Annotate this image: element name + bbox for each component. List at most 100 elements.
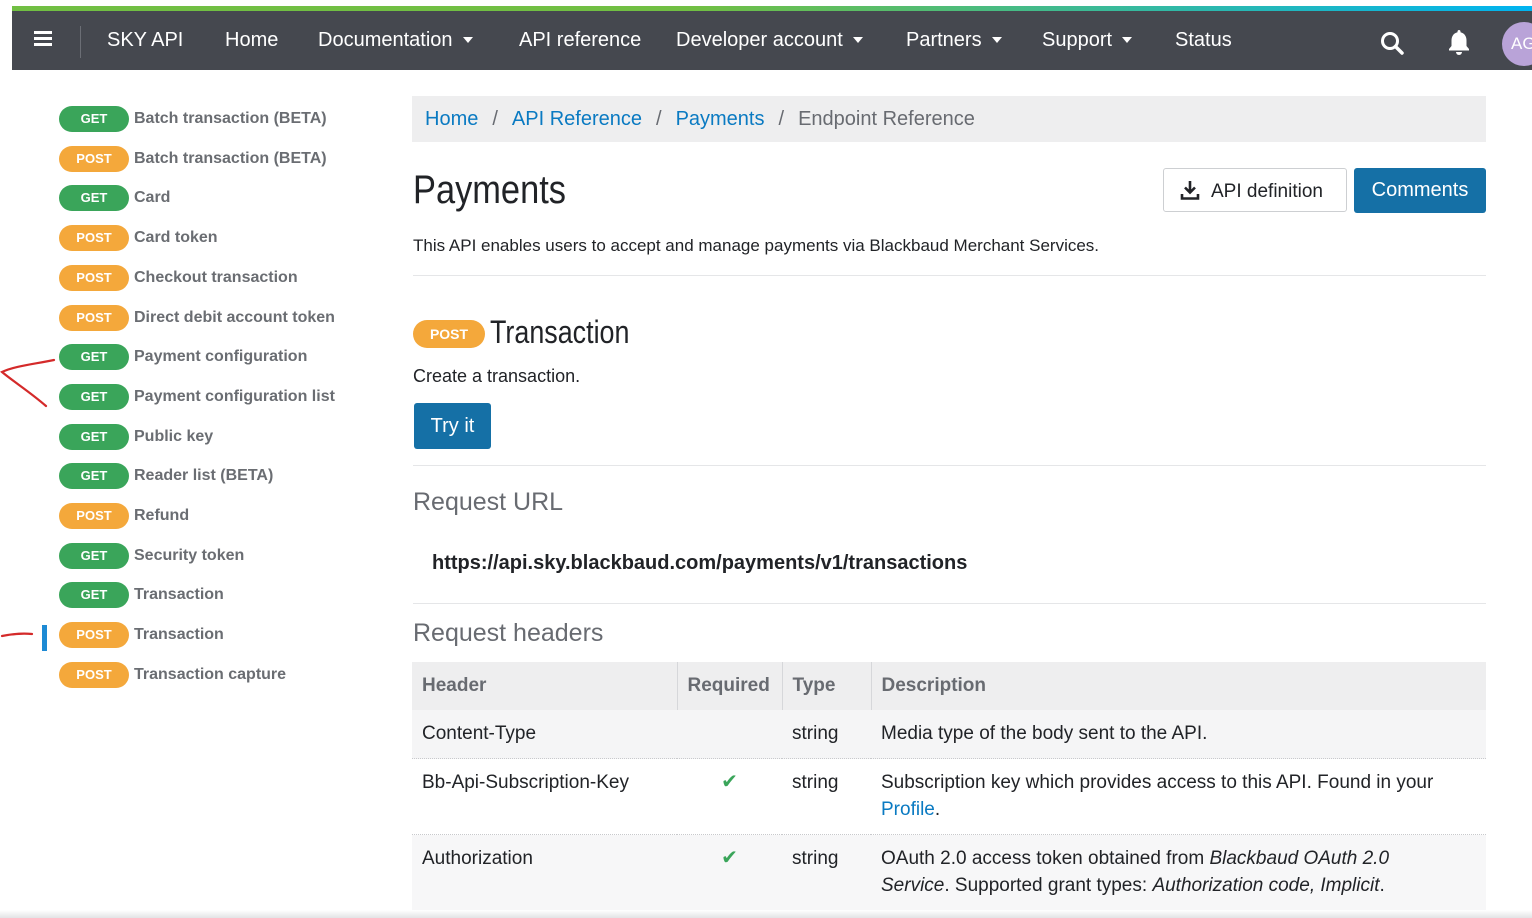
column-header: Description — [871, 662, 1486, 710]
bell-icon[interactable] — [1446, 28, 1472, 56]
scroll-fade — [0, 910, 1532, 918]
breadcrumb: Home / API Reference / Payments / Endpoint Ref… — [412, 96, 1486, 142]
accent-stripe — [12, 6, 1532, 11]
sidebar-item[interactable]: POST Card token — [59, 225, 218, 251]
sidebar-item-label: Batch transaction (BETA) — [134, 150, 327, 167]
post-method-badge: POST — [59, 265, 129, 291]
sidebar-item-label: Card token — [134, 229, 218, 246]
divider — [413, 465, 1486, 466]
search-icon[interactable] — [1380, 31, 1404, 55]
chevron-down-icon — [991, 37, 1002, 43]
get-method-badge: GET — [59, 424, 129, 450]
sidebar-item-label: Payment configuration — [134, 348, 308, 365]
chevron-down-icon — [462, 37, 473, 43]
get-method-badge: GET — [59, 185, 129, 211]
download-icon — [1180, 181, 1200, 200]
top-navigation-bar: SKY API Home Documentation API reference… — [12, 6, 1532, 70]
description-cell: Media type of the body sent to the API. — [871, 710, 1486, 759]
breadcrumb-separator: / — [656, 108, 662, 130]
divider — [413, 275, 1486, 276]
sidebar-item[interactable]: GET Security token — [59, 543, 244, 569]
sidebar-item-label: Transaction — [134, 586, 224, 603]
header-name: Content-Type — [412, 710, 677, 759]
table-row: Bb-Api-Subscription-Key ✔ string Subscri… — [412, 758, 1486, 835]
sidebar-item-label: Batch transaction (BETA) — [134, 110, 327, 127]
avatar[interactable]: AG — [1502, 22, 1532, 66]
get-method-badge: GET — [59, 582, 129, 608]
type-cell: string — [782, 758, 871, 835]
try-it-button[interactable]: Try it — [414, 403, 491, 449]
sidebar-item[interactable]: GET Reader list (BETA) — [59, 463, 273, 489]
get-method-badge: GET — [59, 384, 129, 410]
nav-status[interactable]: Status — [1175, 29, 1232, 52]
nav-home[interactable]: Home — [225, 29, 278, 52]
get-method-badge: GET — [59, 344, 129, 370]
sidebar-item[interactable]: GET Card — [59, 185, 170, 211]
sidebar-item[interactable]: POST Refund — [59, 503, 189, 529]
endpoint-title: Transaction — [490, 314, 630, 350]
sidebar-item[interactable]: POST Transaction capture — [59, 662, 286, 688]
request-headers-heading: Request headers — [413, 619, 604, 647]
column-header: Header — [412, 662, 678, 710]
chevron-down-icon — [852, 37, 863, 43]
sidebar-item[interactable]: GET Payment configuration list — [59, 384, 335, 410]
sidebar-item[interactable]: POST Transaction — [59, 622, 224, 648]
sidebar-item-label: Card — [134, 189, 171, 206]
sidebar-item[interactable]: POST Direct debit account token — [59, 305, 335, 331]
nav-partners[interactable]: Partners — [906, 29, 1002, 52]
sidebar-item-label: Security token — [134, 547, 245, 564]
sidebar-item-label: Checkout transaction — [134, 269, 298, 286]
description-cell: Subscription key which provides access t… — [871, 758, 1486, 835]
post-method-badge: POST — [59, 503, 129, 529]
get-method-badge: GET — [59, 106, 129, 132]
checkmark-icon: ✔ — [721, 771, 738, 793]
sidebar-item[interactable]: POST Batch transaction (BETA) — [59, 146, 327, 172]
breadcrumb-separator: / — [492, 108, 498, 130]
breadcrumb-current: Endpoint Reference — [798, 108, 975, 130]
nav-divider — [80, 26, 81, 58]
nav-documentation[interactable]: Documentation — [318, 29, 473, 52]
api-definition-button[interactable]: API definition — [1163, 168, 1347, 212]
profile-link[interactable]: Profile — [881, 799, 935, 820]
sidebar-item[interactable]: GET Batch transaction (BETA) — [59, 106, 327, 132]
sidebar-item[interactable]: POST Checkout transaction — [59, 265, 298, 291]
sidebar-item-label: Direct debit account token — [134, 309, 335, 326]
post-method-badge: POST — [59, 305, 129, 331]
post-method-badge: POST — [59, 622, 129, 648]
request-url: https://api.sky.blackbaud.com/payments/v… — [432, 552, 968, 574]
table-row: Authorization ✔ string OAuth 2.0 access … — [412, 834, 1486, 911]
sidebar-item[interactable]: GET Public key — [59, 424, 213, 450]
nav-support[interactable]: Support — [1042, 29, 1133, 52]
required-cell: ✔ — [677, 758, 782, 835]
sidebar-item-label: Public key — [134, 428, 214, 445]
description-cell: OAuth 2.0 access token obtained from Bla… — [871, 834, 1486, 911]
get-method-badge: GET — [59, 543, 129, 569]
breadcrumb-payments[interactable]: Payments — [676, 108, 765, 130]
required-cell — [677, 710, 782, 759]
header-name: Bb-Api-Subscription-Key — [412, 758, 677, 835]
breadcrumb-api-reference[interactable]: API Reference — [512, 108, 642, 130]
column-header: Type — [782, 662, 872, 710]
api-description: This API enables users to accept and man… — [413, 236, 1100, 255]
sidebar-item-label: Transaction capture — [134, 666, 287, 683]
divider — [413, 603, 1486, 604]
nav-developer-account[interactable]: Developer account — [676, 29, 863, 52]
sidebar-item-label: Reader list (BETA) — [134, 467, 274, 484]
sidebar-item-label: Refund — [134, 507, 190, 524]
api-definition-label: API definition — [1211, 181, 1323, 202]
comments-button[interactable]: Comments — [1354, 168, 1486, 213]
breadcrumb-home[interactable]: Home — [425, 108, 478, 130]
chevron-down-icon — [1122, 37, 1133, 43]
nav-api-reference[interactable]: API reference — [519, 29, 641, 52]
type-cell: string — [782, 710, 871, 759]
brand-logo[interactable]: SKY API — [107, 29, 183, 52]
post-method-badge: POST — [413, 320, 485, 348]
request-url-heading: Request URL — [413, 488, 564, 516]
type-cell: string — [782, 834, 871, 911]
post-method-badge: POST — [59, 146, 129, 172]
sidebar-item[interactable]: GET Transaction — [59, 582, 224, 608]
column-header: Required — [677, 662, 783, 710]
sidebar-item-label: Payment configuration list — [134, 388, 335, 405]
sidebar-item[interactable]: GET Payment configuration — [59, 344, 307, 370]
sidebar-item-label: Transaction — [134, 626, 224, 643]
